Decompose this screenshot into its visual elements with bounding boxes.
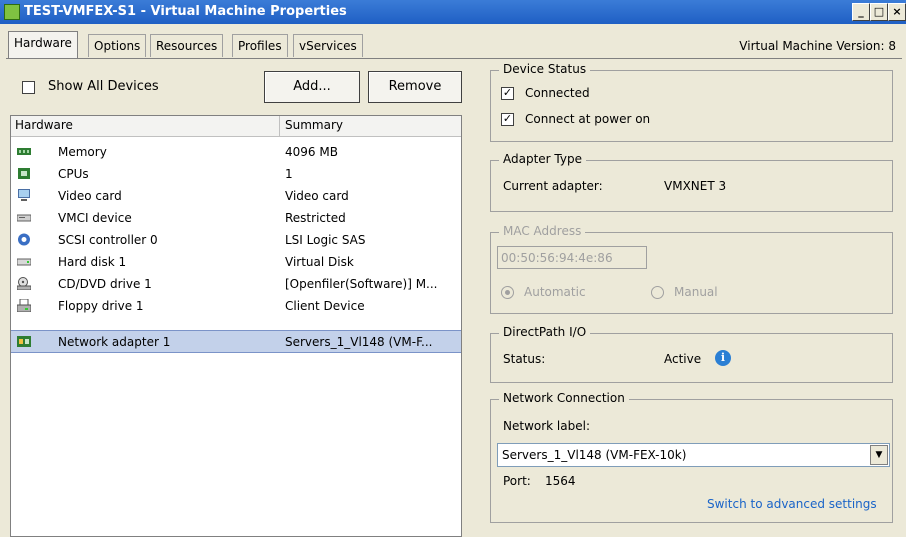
monitor-icon bbox=[18, 189, 30, 201]
network-adapter-icon bbox=[17, 336, 31, 347]
directpath-status-value: Active bbox=[664, 352, 702, 366]
current-adapter-value: VMXNET 3 bbox=[664, 179, 727, 193]
mac-address-legend: MAC Address bbox=[499, 224, 586, 238]
title-bar: TEST-VMFEX-S1 - Virtual Machine Properti… bbox=[0, 0, 906, 24]
column-header-summary[interactable]: Summary bbox=[285, 118, 343, 132]
manual-label: Manual bbox=[674, 285, 718, 299]
hardware-name: Hard disk 1 bbox=[58, 255, 127, 269]
show-all-devices-checkbox[interactable] bbox=[22, 81, 35, 94]
memory-icon bbox=[17, 148, 31, 155]
table-row[interactable]: SCSI controller 0 LSI Logic SAS bbox=[11, 229, 461, 251]
scsi-icon bbox=[18, 233, 30, 246]
hardware-table: Hardware Summary Memory 4096 MB CPUs 1 V… bbox=[10, 115, 462, 537]
hardware-summary: Servers_1_Vl148 (VM-F... bbox=[285, 335, 433, 349]
hardware-name: Video card bbox=[58, 189, 122, 203]
device-status-legend: Device Status bbox=[499, 62, 591, 76]
table-row[interactable]: CD/DVD drive 1 [Openfiler(Software)] M..… bbox=[11, 273, 461, 295]
table-row[interactable]: Floppy drive 1 Client Device bbox=[11, 295, 461, 317]
switch-to-advanced-settings-link[interactable]: Switch to advanced settings bbox=[707, 497, 877, 511]
hardware-summary: LSI Logic SAS bbox=[285, 233, 366, 247]
hardware-name: Memory bbox=[58, 145, 107, 159]
network-connection-legend: Network Connection bbox=[499, 391, 629, 405]
directpath-legend: DirectPath I/O bbox=[499, 325, 591, 339]
close-button[interactable]: × bbox=[888, 3, 906, 21]
tab-options[interactable]: Options bbox=[88, 34, 147, 57]
table-header: Hardware Summary bbox=[11, 116, 461, 137]
directpath-status-label: Status: bbox=[503, 352, 546, 366]
adapter-type-legend: Adapter Type bbox=[499, 152, 586, 166]
column-header-hardware[interactable]: Hardware bbox=[15, 118, 73, 132]
window-title: TEST-VMFEX-S1 - Virtual Machine Properti… bbox=[24, 4, 347, 19]
device-icon bbox=[17, 214, 31, 222]
floppy-icon bbox=[17, 299, 31, 312]
mac-address-group: MAC Address bbox=[490, 224, 893, 314]
remove-button[interactable]: Remove bbox=[368, 71, 462, 103]
tab-profiles[interactable]: Profiles bbox=[232, 34, 288, 57]
minimize-button[interactable]: _ bbox=[852, 3, 870, 21]
vm-app-icon bbox=[4, 4, 20, 20]
table-row-selected[interactable]: Network adapter 1 Servers_1_Vl148 (VM-F.… bbox=[11, 330, 461, 353]
table-row[interactable]: Memory 4096 MB bbox=[11, 141, 461, 163]
device-status-group: Device Status bbox=[490, 62, 893, 142]
connected-label: Connected bbox=[525, 86, 590, 100]
table-row[interactable]: Hard disk 1 Virtual Disk bbox=[11, 251, 461, 273]
table-row[interactable]: Video card Video card bbox=[11, 185, 461, 207]
hardware-summary: Virtual Disk bbox=[285, 255, 354, 269]
connect-at-power-on-checkbox[interactable]: ✓ bbox=[501, 113, 514, 126]
show-all-devices-label: Show All Devices bbox=[48, 79, 159, 94]
connected-checkbox[interactable]: ✓ bbox=[501, 87, 514, 100]
hardware-name: SCSI controller 0 bbox=[58, 233, 158, 247]
mac-address-field[interactable]: 00:50:56:94:4e:86 bbox=[497, 246, 647, 269]
maximize-button[interactable]: □ bbox=[870, 3, 888, 21]
hardware-summary: 1 bbox=[285, 167, 293, 181]
tab-hardware[interactable]: Hardware bbox=[8, 31, 78, 58]
hardware-name: Floppy drive 1 bbox=[58, 299, 144, 313]
hardware-summary: Restricted bbox=[285, 211, 346, 225]
hardware-name: Network adapter 1 bbox=[58, 335, 171, 349]
automatic-label: Automatic bbox=[524, 285, 586, 299]
network-label-caption: Network label: bbox=[503, 419, 590, 433]
info-icon[interactable]: i bbox=[715, 350, 731, 366]
network-label-select[interactable]: Servers_1_Vl148 (VM-FEX-10k) ▼ bbox=[497, 443, 890, 467]
vm-version-label: Virtual Machine Version: 8 bbox=[739, 39, 896, 53]
hardware-name: VMCI device bbox=[58, 211, 132, 225]
hardware-summary: 4096 MB bbox=[285, 145, 338, 159]
port-value: 1564 bbox=[545, 474, 576, 488]
current-adapter-label: Current adapter: bbox=[503, 179, 603, 193]
table-row[interactable]: CPUs 1 bbox=[11, 163, 461, 185]
automatic-radio[interactable] bbox=[501, 286, 514, 299]
hardware-name: CPUs bbox=[58, 167, 89, 181]
network-label-selected: Servers_1_Vl148 (VM-FEX-10k) bbox=[502, 448, 687, 462]
hardware-name: CD/DVD drive 1 bbox=[58, 277, 152, 291]
hardware-summary: Client Device bbox=[285, 299, 365, 313]
cdrom-icon bbox=[17, 277, 31, 290]
hardware-summary: Video card bbox=[285, 189, 349, 203]
connect-at-power-on-label: Connect at power on bbox=[525, 112, 651, 126]
add-button[interactable]: Add... bbox=[264, 71, 360, 103]
disk-icon bbox=[17, 258, 31, 266]
tab-vservices[interactable]: vServices bbox=[293, 34, 363, 57]
chevron-down-icon[interactable]: ▼ bbox=[870, 445, 888, 465]
tab-resources[interactable]: Resources bbox=[150, 34, 224, 57]
hardware-summary: [Openfiler(Software)] M... bbox=[285, 277, 438, 291]
manual-radio[interactable] bbox=[651, 286, 664, 299]
cpu-icon bbox=[18, 168, 30, 179]
port-label: Port: bbox=[503, 474, 531, 488]
table-row[interactable]: VMCI device Restricted bbox=[11, 207, 461, 229]
